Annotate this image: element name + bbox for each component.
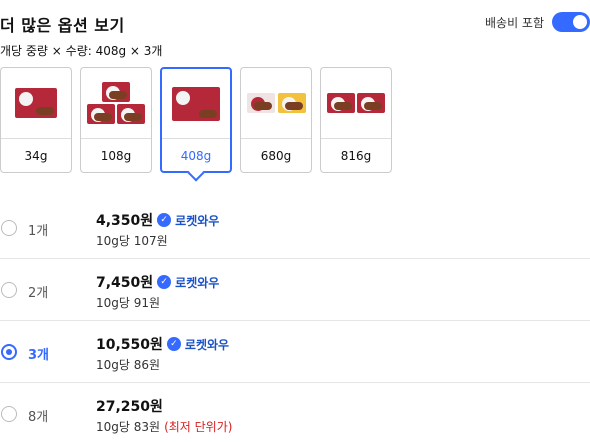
product-image: [321, 68, 391, 139]
product-image: [1, 68, 71, 139]
option-label: 816g: [340, 149, 372, 163]
rocket-wow-icon: ✓: [157, 213, 172, 227]
quantity-label: 2개: [28, 286, 49, 301]
product-box-icon: [327, 93, 355, 113]
option-card-408g[interactable]: 408g: [160, 67, 232, 182]
unit-price-line: 10g당 107원: [96, 232, 168, 249]
quantity-row[interactable]: 1개 4,350원 ✓ 로켓와우 10g당 107원: [0, 197, 590, 259]
unit-price-line: 10g당 91원: [96, 294, 160, 311]
product-box-icon: [87, 104, 115, 124]
more-options-panel: 더 많은 옵션 보기 배송비 포함 개당 중량 × 수량: 408g × 3개 …: [0, 0, 590, 442]
product-image: [162, 69, 230, 139]
quantity-radio[interactable]: [1, 220, 17, 236]
unit-price: 10g당 91원: [96, 296, 161, 310]
shipping-toggle-group: 배송비 포함: [485, 12, 590, 32]
quantity-radio[interactable]: [1, 282, 17, 298]
product-image: [81, 68, 151, 139]
price-line: 4,350원 ✓ 로켓와우: [96, 210, 219, 230]
product-box-icon: [246, 93, 275, 113]
product-box-icon: [357, 93, 385, 113]
quantity-radio[interactable]: [1, 344, 17, 360]
price-line: 27,250원: [96, 396, 163, 416]
unit-price: 10g당 86원: [96, 358, 161, 372]
product-box-icon: [15, 88, 57, 118]
weight-quantity-info: 개당 중량 × 수량: 408g × 3개: [0, 44, 163, 58]
product-box-icon: [172, 86, 220, 121]
shipping-toggle-label: 배송비 포함: [484, 15, 544, 30]
quantity-label: 1개: [28, 224, 49, 239]
price: 4,350원: [96, 213, 154, 229]
price-line: 10,550원 ✓ 로켓와우: [96, 334, 229, 354]
unit-price-line: 10g당 86원: [96, 356, 160, 373]
panel-title: 더 많은 옵션 보기: [0, 16, 125, 35]
option-label: 34g: [24, 149, 48, 163]
toggle-knob: [573, 15, 587, 29]
option-cards: 34g 108g 408g 680g 816g: [0, 67, 392, 182]
rocket-wow-icon: ✓: [157, 275, 172, 289]
product-image: [241, 68, 311, 139]
option-card-680g[interactable]: 680g: [240, 67, 312, 173]
option-label: 680g: [260, 149, 292, 163]
option-label: 108g: [100, 149, 132, 163]
rocket-wow-icon: ✓: [166, 337, 181, 351]
quantity-row[interactable]: 8개 27,250원 10g당 83원 (최저 단위가): [0, 383, 590, 442]
quantity-label: 3개: [28, 348, 50, 363]
quantity-radio[interactable]: [1, 406, 17, 422]
rocket-badge: 로켓와우: [175, 275, 220, 290]
quantity-label: 8개: [28, 410, 49, 425]
option-card-108g[interactable]: 108g: [80, 67, 152, 173]
rocket-badge: 로켓와우: [175, 213, 220, 228]
shipping-toggle[interactable]: [552, 12, 590, 32]
unit-price: 10g당 107원: [96, 234, 168, 248]
option-card-816g[interactable]: 816g: [320, 67, 392, 173]
quantity-list: 1개 4,350원 ✓ 로켓와우 10g당 107원 2개 7,450원 ✓ 로…: [0, 197, 590, 442]
price: 10,550원: [96, 337, 163, 353]
lowest-unit-price-note: (최저 단위가): [164, 420, 233, 434]
rocket-badge: 로켓와우: [184, 337, 230, 352]
unit-price: 10g당 83원: [96, 420, 161, 434]
unit-price-line: 10g당 83원 (최저 단위가): [96, 418, 232, 435]
product-box-icon: [102, 82, 130, 102]
product-box-icon: [117, 104, 145, 124]
price-line: 7,450원 ✓ 로켓와우: [96, 272, 219, 292]
quantity-row[interactable]: 3개 10,550원 ✓ 로켓와우 10g당 86원: [0, 321, 590, 383]
option-card-34g[interactable]: 34g: [0, 67, 72, 173]
product-box-icon: [277, 93, 306, 113]
price: 7,450원: [96, 275, 154, 291]
quantity-row[interactable]: 2개 7,450원 ✓ 로켓와우 10g당 91원: [0, 259, 590, 321]
price: 27,250원: [96, 399, 163, 415]
